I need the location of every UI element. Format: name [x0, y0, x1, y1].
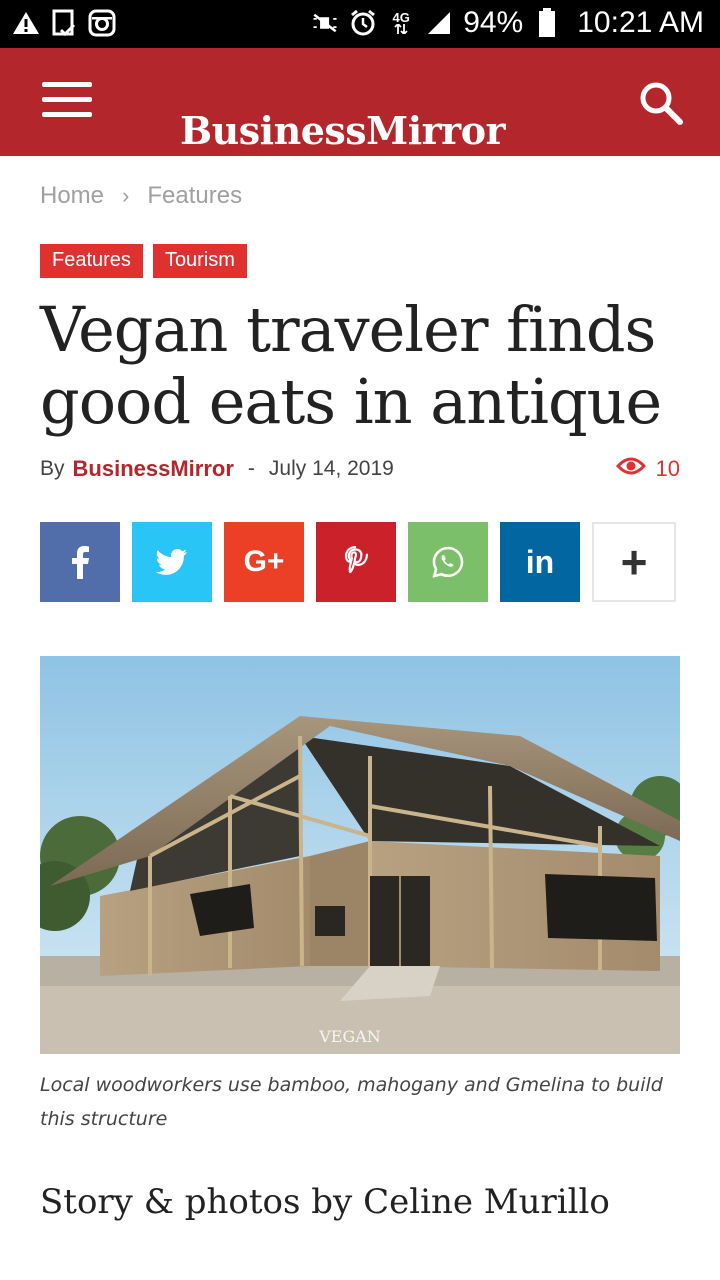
google-plus-label: G+: [243, 545, 285, 578]
author-link[interactable]: BusinessMirror: [73, 456, 234, 482]
plus-icon: +: [620, 536, 648, 588]
article-meta: By BusinessMirror - July 14, 2019: [40, 456, 394, 482]
warning-icon: [12, 8, 40, 38]
more-share-button[interactable]: +: [592, 522, 676, 602]
breadcrumb: Home › Features: [40, 182, 242, 210]
battery-icon: [533, 8, 561, 38]
clipboard-check-icon: [50, 8, 78, 38]
meta-dash: -: [247, 457, 255, 480]
facebook-share-button[interactable]: [40, 522, 120, 602]
tag-tourism[interactable]: Tourism: [152, 244, 247, 278]
pinterest-share-button[interactable]: [316, 522, 396, 602]
status-bar: 4G 94% 10:21 AM: [0, 0, 720, 48]
linkedin-share-button[interactable]: in: [500, 522, 580, 602]
breadcrumb-current[interactable]: Features: [147, 182, 242, 210]
facebook-icon: [72, 546, 89, 579]
search-icon[interactable]: [638, 80, 684, 126]
image-watermark: VEGAN: [318, 1027, 381, 1046]
twitter-share-button[interactable]: [132, 522, 212, 602]
view-count-value: 10: [655, 456, 680, 481]
image-caption: Local woodworkers use bamboo, mahogany a…: [40, 1074, 663, 1130]
app-header: BusinessMirror: [0, 48, 720, 156]
article-title: Vegan traveler finds good eats in antiqu…: [40, 293, 662, 438]
twitter-icon: [156, 549, 187, 575]
breadcrumb-home[interactable]: Home: [40, 182, 104, 210]
clock: 10:21 AM: [577, 6, 704, 39]
google-plus-share-button[interactable]: G+: [224, 522, 304, 602]
site-logo[interactable]: BusinessMirror: [180, 108, 506, 153]
eye-icon: [615, 456, 646, 482]
share-bar: G+ in +: [40, 522, 676, 602]
whatsapp-icon: [432, 546, 464, 578]
article-image[interactable]: VEGAN: [40, 656, 680, 1054]
linkedin-label: in: [525, 543, 555, 580]
view-count: 10: [615, 456, 680, 482]
breadcrumb-separator: ›: [122, 183, 130, 208]
whatsapp-share-button[interactable]: [408, 522, 488, 602]
network-icon: 4G: [387, 8, 415, 38]
signal-icon: [425, 8, 453, 38]
hamburger-menu-icon[interactable]: [42, 82, 94, 122]
pinterest-icon: [344, 546, 368, 574]
category-tags: Features Tourism: [40, 244, 247, 278]
article-date: July 14, 2019: [268, 457, 394, 480]
mute-icon: [311, 8, 339, 38]
alarm-icon: [349, 8, 377, 38]
tag-features[interactable]: Features: [40, 244, 143, 278]
battery-percent: 94%: [463, 6, 524, 39]
article-byline: Story & photos by Celine Murillo: [40, 1182, 610, 1222]
instagram-icon: [88, 8, 116, 38]
by-label: By: [40, 457, 65, 480]
